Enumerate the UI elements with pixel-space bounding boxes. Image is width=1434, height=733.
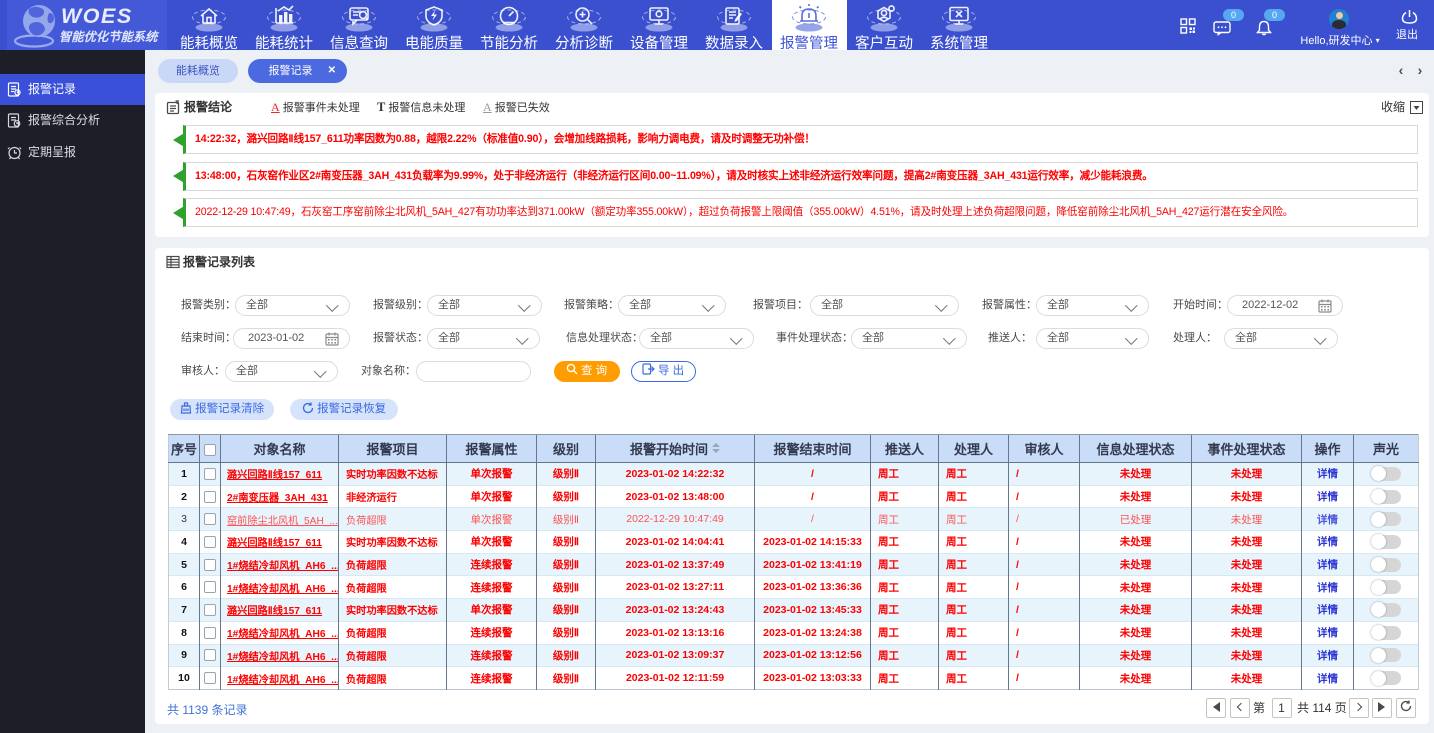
svg-text:智能优化节能系统: 智能优化节能系统 (59, 30, 160, 44)
svg-text:WOES: WOES (61, 4, 133, 28)
